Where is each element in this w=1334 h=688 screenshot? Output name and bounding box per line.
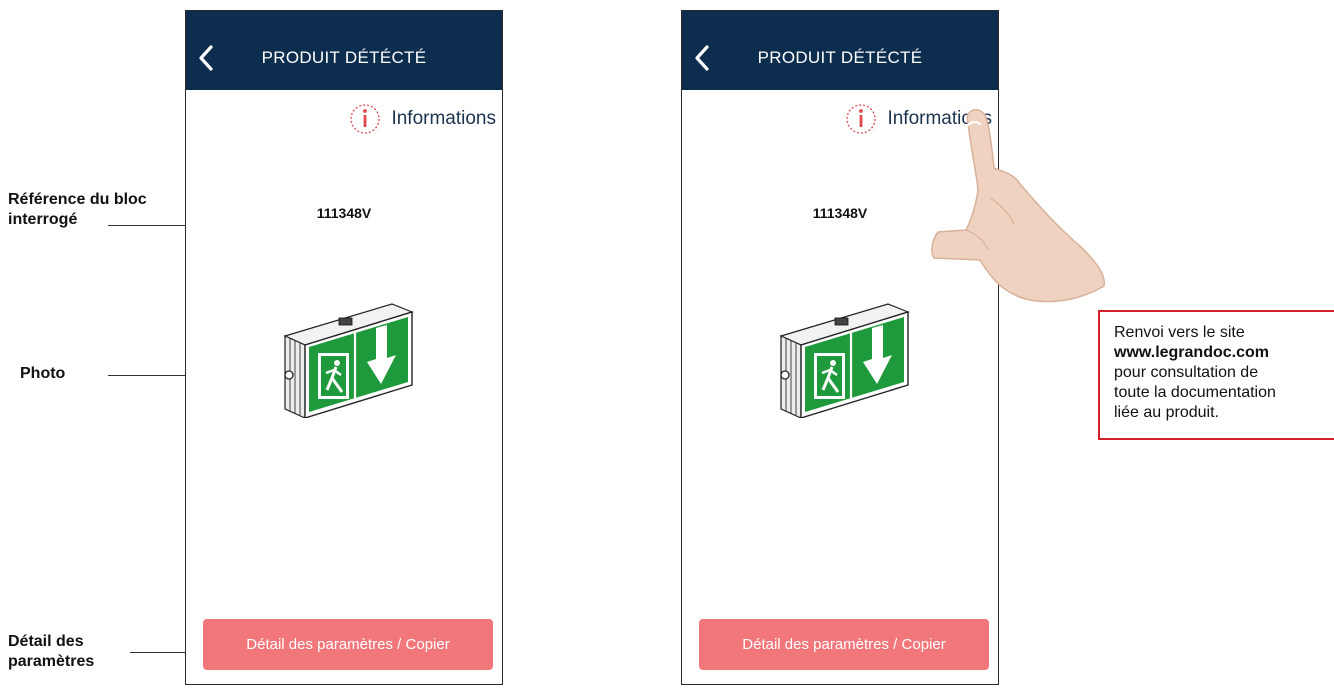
product-photo xyxy=(779,303,910,418)
callout-details-line1: Détail des xyxy=(8,633,84,650)
informations-label: Informations xyxy=(391,108,496,129)
callout-reference-line2: interrogé xyxy=(8,211,78,228)
note-line1: Renvoi vers le site xyxy=(1114,324,1245,341)
page-title: PRODUIT DÉTÉCTÉ xyxy=(261,48,427,67)
parameters-detail-button[interactable]: Détail des paramètres / Copier xyxy=(203,619,493,670)
informations-link[interactable]: Informations xyxy=(349,101,496,137)
leader-line-reference xyxy=(108,225,187,226)
product-photo xyxy=(283,303,414,418)
pointing-hand xyxy=(931,108,1106,303)
callout-photo: Photo xyxy=(20,364,65,384)
callout-reference-line1: Référence du bloc xyxy=(8,191,147,208)
nav-bar: PRODUIT DÉTÉCTÉ xyxy=(186,11,502,90)
parameters-detail-button[interactable]: Détail des paramètres / Copier xyxy=(699,619,989,670)
leader-line-details xyxy=(130,652,187,653)
callout-reference: Référence du bloc interrogé xyxy=(8,190,147,230)
note-url-text: www.legrandoc.com xyxy=(1114,344,1269,361)
note-line5: liée au produit. xyxy=(1114,404,1219,421)
info-icon xyxy=(350,104,381,134)
note-line3: pour consultation de xyxy=(1114,364,1259,381)
info-icon xyxy=(846,104,877,134)
note-url: www.legrandoc.com xyxy=(1114,343,1324,363)
callout-details: Détail des paramètres xyxy=(8,632,94,672)
callout-photo-label: Photo xyxy=(20,365,66,382)
page-title: PRODUIT DÉTÉCTÉ xyxy=(757,48,923,67)
info-note-box: Renvoi vers le site www.legrandoc.com po… xyxy=(1098,310,1334,440)
callout-details-line2: paramètres xyxy=(8,653,95,670)
leader-line-photo xyxy=(108,375,187,376)
note-line4: toute la documentation xyxy=(1114,384,1276,401)
nav-bar: PRODUIT DÉTÉCTÉ xyxy=(682,11,998,90)
product-reference: 111348V xyxy=(316,205,372,221)
phone-screen-left: PRODUIT DÉTÉCTÉ Informations 111348V Dét… xyxy=(185,10,503,685)
